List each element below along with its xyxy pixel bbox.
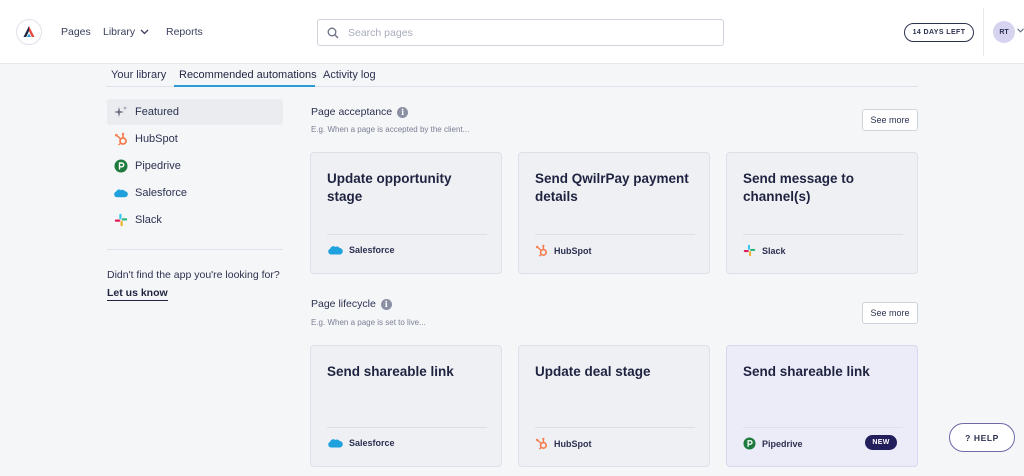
automation-card-send-shareable-link[interactable]: Send shareable link Salesforce [310, 345, 502, 467]
salesforce-icon [328, 439, 343, 448]
trial-days-badge[interactable]: 14 DAYS LEFT [904, 23, 974, 42]
tab-activity-log[interactable]: Activity log [323, 69, 376, 81]
see-more-button[interactable]: See more [862, 109, 918, 131]
account-chevron-icon[interactable] [1017, 28, 1024, 33]
sidebar-item-label: Pipedrive [135, 160, 181, 172]
top-bar: Pages Library Reports 14 DAYS LEFT RT [0, 0, 1024, 64]
user-avatar[interactable]: RT [993, 21, 1015, 43]
pipedrive-icon [113, 159, 128, 174]
automation-card-update-deal-stage[interactable]: Update deal stage HubSpot [518, 345, 710, 467]
card-app-name: Salesforce [349, 438, 395, 448]
automation-card-send-shareable-link-pipedrive[interactable]: Send shareable link Pipedrive NEW [726, 345, 918, 467]
card-divider [535, 427, 695, 428]
card-title: Send message to channel(s) [743, 171, 855, 204]
section-title-page-lifecycle: Page lifecycle i [311, 298, 392, 310]
card-app: Slack [743, 244, 786, 257]
let-us-know-link[interactable]: Let us know [107, 287, 168, 301]
new-badge: NEW [865, 435, 897, 450]
sidebar-item-label: HubSpot [135, 133, 178, 145]
card-app: HubSpot [535, 437, 592, 450]
pipedrive-icon [743, 437, 756, 450]
qwilr-logo[interactable] [16, 19, 42, 45]
help-button[interactable]: ? HELP [949, 423, 1015, 452]
automation-card-update-opportunity-stage[interactable]: Update opportunity stage Salesforce [310, 152, 502, 274]
info-icon[interactable]: i [380, 298, 392, 310]
sidebar-item-label: Slack [135, 214, 162, 226]
hubspot-icon [535, 244, 547, 257]
sidebar-item-pipedrive[interactable]: Pipedrive [107, 153, 283, 179]
section-title-text: Page lifecycle [311, 298, 376, 310]
info-icon[interactable]: i [397, 106, 409, 118]
card-app-name: HubSpot [554, 245, 592, 256]
search-icon [327, 27, 339, 38]
sidebar-item-slack[interactable]: Slack [107, 207, 283, 233]
card-title: Update opportunity stage [327, 171, 452, 204]
sidebar-item-salesforce[interactable]: Salesforce [107, 180, 283, 206]
card-divider [327, 234, 487, 235]
card-app-name: HubSpot [554, 438, 592, 449]
salesforce-icon [113, 186, 128, 201]
card-divider [743, 234, 903, 235]
search-box [317, 19, 724, 46]
section-title-text: Page acceptance [311, 106, 393, 118]
card-title: Send QwilrPay payment details [535, 171, 689, 204]
card-app-name: Pipedrive [762, 438, 803, 449]
card-title: Send shareable link [743, 364, 870, 379]
automation-card-send-qwilrpay-payment-details[interactable]: Send QwilrPay payment details HubSpot [518, 152, 710, 274]
card-title: Update deal stage [535, 364, 651, 379]
card-divider [535, 234, 695, 235]
nav-library-label: Library [103, 26, 136, 38]
slack-icon [113, 213, 128, 228]
see-more-button[interactable]: See more [862, 302, 918, 324]
automation-tabs: Your library Recommended automations Act… [106, 64, 918, 87]
nav-reports[interactable]: Reports [166, 26, 203, 38]
section-subtitle: E.g. When a page is accepted by the clie… [311, 125, 470, 134]
chevron-down-icon [140, 29, 149, 35]
nav-pages[interactable]: Pages [61, 26, 91, 38]
sidebar-item-label: Featured [135, 106, 180, 118]
card-app: Salesforce [327, 437, 395, 449]
automation-card-send-message-to-channels[interactable]: Send message to channel(s) Slack [726, 152, 918, 274]
logo-icon [23, 26, 35, 37]
missing-app-prompt: Didn't find the app you're looking for? [107, 269, 280, 281]
section-subtitle: E.g. When a page is set to live... [311, 318, 426, 327]
section-title-page-acceptance: Page acceptance i [311, 106, 409, 118]
tab-your-library[interactable]: Your library [111, 69, 166, 81]
tab-recommended-automations[interactable]: Recommended automations [179, 69, 317, 81]
card-divider [743, 427, 903, 428]
topbar-divider [983, 8, 984, 56]
sidebar-divider [107, 249, 283, 250]
card-divider [327, 427, 487, 428]
sparkle-icon [113, 105, 128, 120]
active-tab-indicator [174, 85, 315, 87]
card-app-name: Slack [762, 245, 786, 256]
card-title: Send shareable link [327, 364, 454, 379]
nav-library[interactable]: Library [103, 26, 149, 38]
sidebar-item-hubspot[interactable]: HubSpot [107, 126, 283, 152]
salesforce-icon [328, 246, 343, 255]
sidebar-item-featured[interactable]: Featured [107, 99, 283, 125]
card-app: HubSpot [535, 244, 592, 257]
sidebar-item-label: Salesforce [135, 187, 187, 199]
hubspot-icon [113, 132, 128, 147]
slack-icon [743, 244, 756, 257]
hubspot-icon [535, 437, 547, 450]
card-app-name: Salesforce [349, 245, 395, 255]
card-app: Salesforce [327, 244, 395, 256]
search-input[interactable] [348, 26, 708, 39]
card-app: Pipedrive [743, 437, 803, 450]
